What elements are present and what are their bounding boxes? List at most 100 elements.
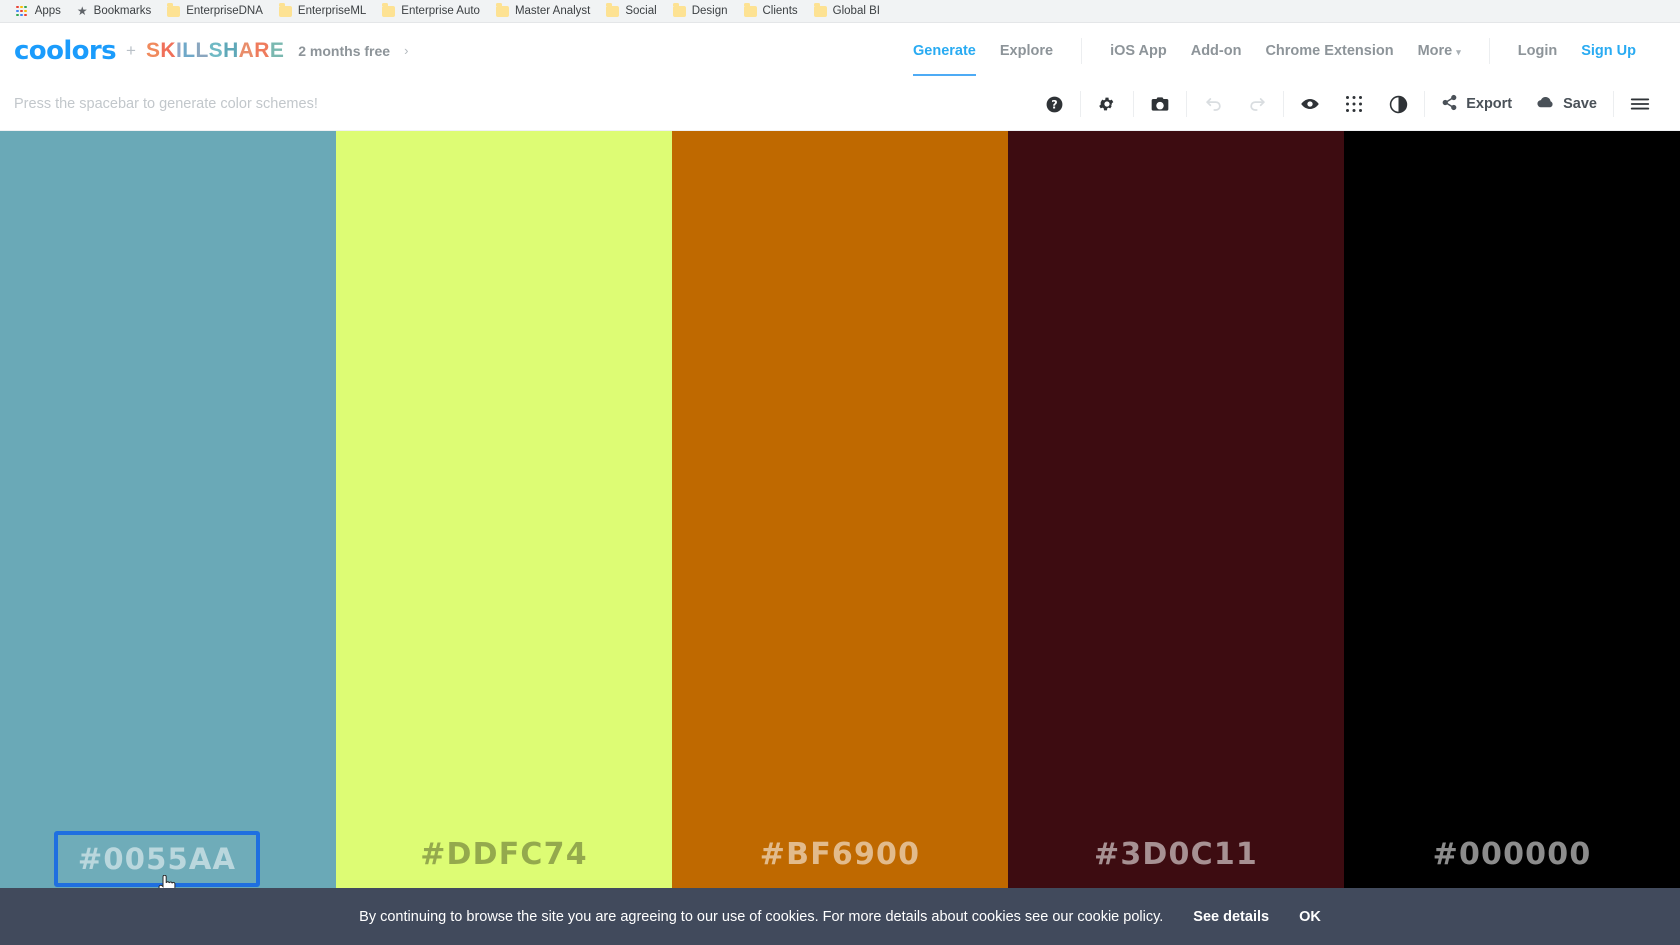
hamburger-menu-icon[interactable] <box>1628 92 1652 116</box>
nav-ios-app[interactable]: iOS App <box>1098 43 1179 59</box>
folder-icon <box>167 3 181 17</box>
site-header: coolors + SKILLSHARE 2 months free › Gen… <box>0 23 1680 78</box>
color-palette: #0055AA #DDFC74 #BF6900 #3D0C11 #000000 <box>0 131 1680 945</box>
bookmark-master-analyst[interactable]: Master Analyst <box>489 2 599 21</box>
color-swatch-2[interactable]: #DDFC74 <box>336 131 672 945</box>
skillshare-letter: S <box>208 38 224 62</box>
bookmark-design[interactable]: Design <box>666 2 737 21</box>
skillshare-letter: A <box>238 38 255 62</box>
folder-icon <box>813 3 827 17</box>
bookmark-label: Design <box>691 5 728 17</box>
help-icon[interactable]: ? <box>1042 92 1066 116</box>
skillshare-letter: H <box>223 38 239 62</box>
hex-value[interactable]: #DDFC74 <box>420 837 588 872</box>
apps-grid-icon <box>16 5 27 17</box>
skillshare-letter: K <box>160 38 176 62</box>
ok-button[interactable]: OK <box>1299 909 1321 925</box>
folder-icon <box>672 3 686 17</box>
tool-group-help: ? <box>1028 91 1080 117</box>
star-icon: ★ <box>76 4 88 18</box>
chevron-right-icon[interactable]: › <box>404 43 408 58</box>
skillshare-letter: S <box>145 38 161 62</box>
export-label: Export <box>1466 96 1513 112</box>
nav-more[interactable]: More ▾ <box>1406 43 1473 59</box>
folder-icon <box>382 3 396 17</box>
hex-value[interactable]: #3D0C11 <box>1094 837 1258 872</box>
header-nav: Generate Explore iOS App Add-on Chrome E… <box>885 23 1664 78</box>
bookmark-label: EnterpriseML <box>297 5 367 17</box>
signup-button[interactable]: Sign Up <box>1569 43 1648 59</box>
bookmark-label: Bookmarks <box>93 5 152 17</box>
save-label: Save <box>1563 96 1597 112</box>
skillshare-logo[interactable]: SKILLSHARE <box>146 39 284 63</box>
bookmark-label: Master Analyst <box>514 5 591 17</box>
tool-group-view <box>1283 91 1424 117</box>
bookmark-label: Enterprise Auto <box>401 5 480 17</box>
folder-icon <box>278 3 292 17</box>
nav-group-primary: Generate Explore <box>885 38 1081 76</box>
bookmark-clients[interactable]: Clients <box>737 2 807 21</box>
eye-icon[interactable] <box>1298 92 1322 116</box>
brand-area: coolors + SKILLSHARE 2 months free › <box>14 36 408 66</box>
camera-icon[interactable] <box>1148 92 1172 116</box>
cookie-message: By continuing to browse the site you are… <box>359 908 1164 925</box>
hex-value[interactable]: #000000 <box>1433 837 1592 872</box>
save-button[interactable]: Save <box>1534 93 1599 116</box>
skillshare-letter: L <box>195 38 209 62</box>
tool-group-settings <box>1080 91 1133 117</box>
color-swatch-5[interactable]: #000000 <box>1344 131 1680 945</box>
bookmark-global-bi[interactable]: Global BI <box>807 2 889 21</box>
export-button[interactable]: Export <box>1439 94 1514 115</box>
tool-group-actions: Export Save <box>1424 91 1613 117</box>
undo-icon[interactable] <box>1201 92 1225 116</box>
see-details-button[interactable]: See details <box>1193 909 1269 925</box>
cookie-consent-banner: By continuing to browse the site you are… <box>0 888 1680 945</box>
nav-generate[interactable]: Generate <box>901 43 988 76</box>
bookmark-bookmarks[interactable]: ★ Bookmarks <box>70 2 160 21</box>
skillshare-letter: R <box>254 38 270 62</box>
app-toolbar: Press the spacebar to generate color sch… <box>0 78 1680 131</box>
spacebar-hint: Press the spacebar to generate color sch… <box>14 96 318 112</box>
nav-group-secondary: iOS App Add-on Chrome Extension More ▾ <box>1081 37 1489 64</box>
skillshare-letter: E <box>269 38 285 62</box>
color-swatch-4[interactable]: #3D0C11 <box>1008 131 1344 945</box>
login-button[interactable]: Login <box>1506 43 1569 59</box>
tool-group-history <box>1186 91 1283 117</box>
bookmark-label: EnterpriseDNA <box>186 5 263 17</box>
plus-separator: + <box>126 40 136 60</box>
grid-icon[interactable] <box>1342 92 1366 116</box>
color-swatch-1[interactable]: #0055AA <box>0 131 336 945</box>
folder-icon <box>743 3 757 17</box>
bookmark-label: Social <box>625 5 657 17</box>
bookmark-enterprisedna[interactable]: EnterpriseDNA <box>160 2 272 21</box>
toolbar-tools: ? Export Save <box>1028 91 1666 117</box>
nav-chrome-extension[interactable]: Chrome Extension <box>1253 43 1405 59</box>
contrast-icon[interactable] <box>1386 92 1410 116</box>
gear-icon[interactable] <box>1095 92 1119 116</box>
hex-value[interactable]: #BF6900 <box>760 837 920 872</box>
bookmark-enterpriseml[interactable]: EnterpriseML <box>272 2 375 21</box>
color-swatch-3[interactable]: #BF6900 <box>672 131 1008 945</box>
nav-add-on[interactable]: Add-on <box>1179 43 1254 59</box>
bookmark-enterprise-auto[interactable]: Enterprise Auto <box>375 2 489 21</box>
tool-group-camera <box>1133 91 1186 117</box>
bookmark-label: Apps <box>34 5 61 17</box>
nav-more-label: More <box>1417 42 1453 59</box>
bookmark-apps[interactable]: Apps <box>4 2 70 21</box>
cloud-icon <box>1536 93 1555 116</box>
promo-label[interactable]: 2 months free <box>298 43 390 59</box>
tool-group-menu <box>1613 91 1666 117</box>
bookmark-social[interactable]: Social <box>599 2 665 21</box>
folder-icon <box>495 3 509 17</box>
hex-input-active[interactable]: #0055AA <box>54 831 260 887</box>
bookmark-label: Global BI <box>832 5 880 17</box>
skillshare-letter: L <box>182 38 196 62</box>
bookmark-label: Clients <box>762 5 798 17</box>
folder-icon <box>606 3 620 17</box>
hex-value: #0055AA <box>77 842 237 876</box>
browser-bookmarks-bar: Apps ★ Bookmarks EnterpriseDNA Enterpris… <box>0 0 1680 23</box>
share-icon <box>1441 94 1458 115</box>
nav-explore[interactable]: Explore <box>988 43 1065 59</box>
redo-icon[interactable] <box>1245 92 1269 116</box>
coolors-logo[interactable]: coolors <box>14 36 117 66</box>
